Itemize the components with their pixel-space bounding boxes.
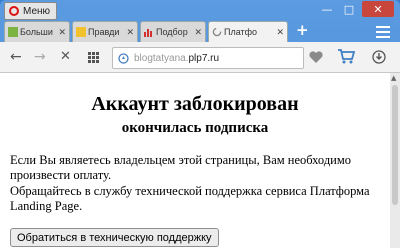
tab-strip: Больши ✕ Правди ✕ Подбор ✕ Платфо ✕ + <box>0 20 400 42</box>
close-tab-icon[interactable]: ✕ <box>126 27 134 38</box>
maximize-button[interactable]: □ <box>338 1 360 17</box>
site-info-icon[interactable] <box>118 52 129 64</box>
url-prefix: blogtatyana. <box>134 52 189 64</box>
tab-title: Правди <box>88 27 120 37</box>
vertical-scrollbar[interactable]: ▲ <box>390 73 400 248</box>
opera-logo-icon <box>9 6 19 16</box>
minimize-button[interactable]: — <box>316 1 338 17</box>
speed-dial-grid-icon[interactable] <box>88 52 99 63</box>
menu-button[interactable]: Меню <box>4 2 58 20</box>
browser-window: Меню — □ ✕ Больши ✕ Правди ✕ Подбор ✕ Пл… <box>0 0 400 248</box>
back-arrow-icon[interactable]: ← <box>10 49 22 65</box>
close-tab-icon[interactable]: ✕ <box>194 27 202 38</box>
heart-bookmark-icon[interactable] <box>308 50 324 64</box>
stop-loading-icon[interactable]: ✕ <box>60 49 71 64</box>
tab-menu-icon[interactable] <box>376 26 390 38</box>
tab-3[interactable]: Подбор ✕ <box>140 21 206 42</box>
tab-2[interactable]: Правди ✕ <box>72 21 138 42</box>
owner-notice-text: Если Вы являетесь владельцем этой страни… <box>10 153 352 182</box>
scrollbar-thumb[interactable] <box>392 85 398 205</box>
menu-label: Меню <box>23 5 51 17</box>
bar-chart-icon <box>144 29 152 37</box>
shopping-cart-icon[interactable] <box>338 49 355 64</box>
contact-support-button[interactable]: Обратиться в техническую поддержку <box>10 228 219 247</box>
new-tab-button[interactable]: + <box>296 21 309 39</box>
yellow-square-icon <box>76 27 86 37</box>
navigation-toolbar: ← → ✕ blogtatyana. plp7.ru <box>0 42 400 73</box>
tab-4[interactable]: Платфо ✕ <box>208 21 288 42</box>
page-subtitle: окончилась подписка <box>121 120 269 136</box>
green-square-icon <box>8 27 18 37</box>
address-bar[interactable]: blogtatyana. plp7.ru <box>112 47 304 69</box>
loading-spinner-icon <box>212 27 222 37</box>
support-notice-text: Обращайтесь в службу технической поддерж… <box>10 184 370 213</box>
url-domain: plp7.ru <box>188 52 220 64</box>
close-window-button[interactable]: ✕ <box>362 1 394 17</box>
page-content: Аккаунт заблокирован окончилась подписка… <box>0 73 390 248</box>
tab-1[interactable]: Больши ✕ <box>4 21 70 42</box>
tab-title: Подбор <box>156 27 188 37</box>
tab-title: Больши <box>20 27 53 37</box>
title-bar: Меню — □ ✕ <box>0 0 400 20</box>
close-tab-icon[interactable]: ✕ <box>276 27 284 38</box>
scroll-up-arrow-icon[interactable]: ▲ <box>391 74 396 82</box>
tab-title: Платфо <box>224 27 258 37</box>
page-title: Аккаунт заблокирован <box>91 93 299 115</box>
forward-arrow-icon[interactable]: → <box>34 49 46 65</box>
close-tab-icon[interactable]: ✕ <box>58 27 66 38</box>
download-icon[interactable] <box>372 50 386 64</box>
